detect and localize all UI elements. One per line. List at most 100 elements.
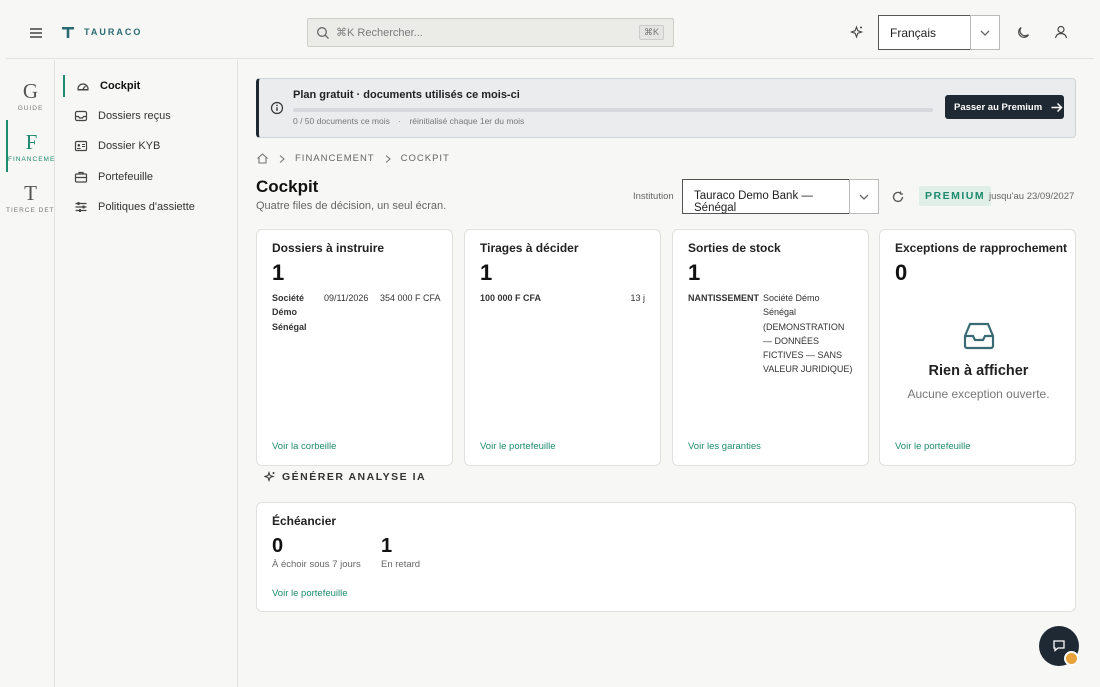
row-type: NANTISSEMENT: [688, 293, 760, 303]
echeancier-card: Échéancier 0 À échoir sous 7 jours 1 En …: [256, 502, 1076, 612]
rail-item-financement[interactable]: F FINANCEMENT: [6, 120, 55, 172]
breadcrumb: FINANCEMENT COCKPIT: [256, 152, 450, 165]
logo-mark-icon: [62, 27, 74, 38]
breadcrumb-page: COCKPIT: [400, 153, 450, 164]
usage-reset-note: réinitialisé chaque 1er du mois: [409, 116, 525, 126]
rail-letter: G: [22, 79, 39, 103]
upgrade-premium-button[interactable]: Passer au Premium: [945, 95, 1064, 119]
card-count: 0: [895, 260, 908, 285]
section-sidebar: Cockpit Dossiers reçus Dossier KYB Porte…: [55, 60, 238, 687]
late-label: En retard: [381, 559, 421, 570]
rail-label: GUIDE: [17, 105, 44, 112]
sidebar-item-cockpit[interactable]: Cockpit: [63, 75, 233, 97]
row-days: 13 j: [630, 293, 645, 303]
empty-state-title: Rien à afficher: [928, 363, 1029, 379]
page-title: Cockpit: [256, 177, 319, 196]
rail-item-guide[interactable]: G GUIDE: [6, 72, 55, 124]
user-icon[interactable]: [1053, 24, 1069, 40]
tier-badge: PREMIUM: [919, 186, 992, 206]
card-title: Dossiers à instruire: [272, 241, 385, 255]
search-icon: [317, 26, 329, 39]
sidebar-item-portefeuille[interactable]: Portefeuille: [63, 166, 233, 188]
usage-progress-bar: [293, 108, 933, 112]
moon-icon[interactable]: [1016, 25, 1031, 40]
refresh-icon[interactable]: [891, 190, 905, 204]
row-amount[interactable]: 100 000 F CFA: [480, 291, 541, 305]
card-title: Exceptions de rapprochement: [895, 241, 1068, 255]
card-title: Tirages à décider: [480, 241, 579, 255]
breadcrumb-section[interactable]: FINANCEMENT: [295, 153, 375, 164]
ai-button-label: GÉNÉRER ANALYSE IA: [282, 471, 427, 483]
module-rail: G GUIDE F FINANCEMENT T TIERCE DÉTENTION: [6, 60, 55, 687]
page-subtitle: Quatre files de décision, un seul écran.: [256, 200, 447, 212]
rail-letter: T: [24, 181, 37, 205]
language-chevron-down-icon[interactable]: [970, 15, 1000, 50]
logo-text: TAURACO: [84, 27, 143, 37]
link-voir-corbeille[interactable]: Voir la corbeille: [272, 441, 336, 452]
gauge-icon: [77, 83, 89, 91]
search-box[interactable]: ⌘K: [307, 18, 674, 47]
rail-letter: F: [25, 130, 38, 154]
link-voir-garanties[interactable]: Voir les garanties: [688, 441, 761, 452]
chevron-right-icon: [279, 154, 285, 163]
card-count: 1: [272, 260, 285, 285]
card-count: 1: [480, 260, 493, 285]
usage-separator: ·: [398, 116, 402, 126]
card-tirages-a-decider: Tirages à décider 1 100 000 F CFA 13 j V…: [464, 229, 661, 466]
top-bar: TAURACO ⌘K Français: [6, 6, 1094, 59]
home-icon[interactable]: [256, 152, 269, 165]
card-sorties-de-stock: Sorties de stock 1 NANTISSEMENT Société …: [672, 229, 869, 466]
generate-ai-analysis-button[interactable]: GÉNÉRER ANALYSE IA: [264, 471, 426, 483]
card-dossiers-a-instruire: Dossiers à instruire 1 Société Démo Séné…: [256, 229, 453, 466]
card-title: Sorties de stock: [688, 241, 781, 255]
sidebar-item-label: Dossiers reçus: [98, 110, 171, 122]
sidebar-item-label: Politiques d'assiette: [98, 201, 195, 213]
sparkle-icon: [264, 471, 275, 483]
tier-expiry: jusqu'au 23/09/2027: [989, 191, 1075, 202]
arrow-right-icon: [1051, 102, 1063, 112]
link-voir-portefeuille[interactable]: Voir le portefeuille: [480, 441, 556, 452]
language-select[interactable]: Français: [878, 15, 971, 50]
search-input[interactable]: [336, 26, 626, 39]
search-shortcut-badge: ⌘K: [638, 25, 664, 40]
sliders-icon: [75, 202, 87, 212]
hamburger-menu-icon[interactable]: [26, 23, 46, 43]
link-voir-portefeuille[interactable]: Voir le portefeuille: [272, 588, 348, 599]
institution-chevron-down-icon[interactable]: [849, 179, 879, 214]
info-icon: [270, 101, 284, 115]
due-label: À échoir sous 7 jours: [272, 559, 361, 570]
row-description[interactable]: Société Démo Sénégal (DEMONSTRATION — DO…: [763, 291, 855, 377]
chevron-right-icon: [385, 154, 391, 163]
row-company[interactable]: Société Démo Sénégal: [272, 291, 320, 334]
logo[interactable]: TAURACO: [60, 24, 142, 40]
inbox-icon: [74, 110, 88, 122]
card-title: Échéancier: [272, 514, 337, 528]
sparkle-icon[interactable]: [849, 25, 864, 40]
chat-bubble-icon: [1053, 640, 1065, 652]
id-card-icon: [74, 140, 88, 152]
late-count: 1: [381, 535, 393, 557]
card-count: 1: [688, 260, 701, 285]
plan-banner: Plan gratuit · documents utilisés ce moi…: [256, 78, 1076, 138]
rail-item-tierce-detention[interactable]: T TIERCE DÉTENTION: [6, 172, 55, 224]
sidebar-item-label: Portefeuille: [98, 171, 154, 183]
sidebar-item-dossiers-recus[interactable]: Dossiers reçus: [63, 105, 233, 127]
card-exceptions-rapprochement: Exceptions de rapprochement 0 Rien à aff…: [879, 229, 1076, 466]
link-voir-portefeuille[interactable]: Voir le portefeuille: [895, 441, 971, 452]
upgrade-button-label: Passer au Premium: [954, 101, 1043, 113]
rail-label: TIERCE DÉTENTION: [6, 207, 55, 214]
sidebar-item-politiques-assiette[interactable]: Politiques d'assiette: [63, 196, 233, 218]
empty-inbox-icon: [963, 322, 995, 350]
sidebar-item-label: Dossier KYB: [98, 140, 161, 152]
plan-title: Plan gratuit · documents utilisés ce moi…: [293, 89, 520, 101]
institution-label: Institution: [633, 191, 674, 202]
usage-meta: 0 / 50 documents ce mois · réinitialisé …: [293, 116, 524, 126]
briefcase-icon: [74, 171, 88, 183]
chat-notification-badge: [1064, 651, 1079, 666]
sidebar-item-dossier-kyb[interactable]: Dossier KYB: [63, 135, 233, 157]
institution-select[interactable]: Tauraco Demo Bank — Sénégal: [682, 179, 850, 214]
row-date: 09/11/2026: [324, 293, 369, 303]
due-count: 0: [272, 535, 284, 557]
rail-label: FINANCEMENT: [8, 156, 55, 163]
row-amount: 354 000 F CFA: [380, 293, 441, 303]
